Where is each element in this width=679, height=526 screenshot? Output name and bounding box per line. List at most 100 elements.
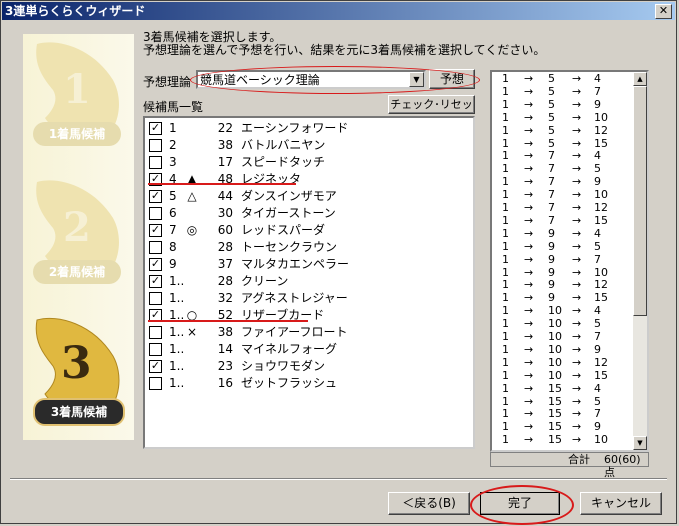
dropdown-arrow-icon[interactable]: ▼ <box>409 72 424 87</box>
first-pick: 1 <box>502 239 509 253</box>
checkbox[interactable] <box>149 292 162 305</box>
close-button[interactable]: ✕ <box>655 4 672 19</box>
prediction-mark: △ <box>187 189 197 203</box>
first-pick: 1 <box>502 110 509 124</box>
horse-number: 1.. <box>169 359 185 373</box>
horse-score: 37 <box>217 257 233 271</box>
highlight-underline-row12 <box>148 320 308 322</box>
combination-row: 1 → 15 → 5 <box>492 394 632 408</box>
step-3: 3 3着馬候補 <box>23 312 134 432</box>
combination-row: 1 → 15 → 4 <box>492 381 632 395</box>
step-2: 2 2着馬候補 <box>23 174 134 294</box>
second-pick: 15 <box>548 407 562 421</box>
arrow-icon: → <box>524 420 534 434</box>
horse-number: 1 <box>169 121 177 135</box>
horse-row[interactable]: ✓ 5 △ 44 ダンスインザモア <box>147 188 467 205</box>
arrow-icon: → <box>572 252 582 266</box>
scroll-up-icon[interactable]: ▲ <box>633 72 647 86</box>
finish-button[interactable]: 完了 <box>480 492 560 515</box>
horse-row[interactable]: 1.. × 38 ファイアーフロート <box>147 324 467 341</box>
horse-row[interactable]: ✓ 1.. 28 クリーン <box>147 273 467 290</box>
second-pick: 5 <box>548 110 555 124</box>
first-pick: 1 <box>502 394 509 408</box>
second-pick: 7 <box>548 213 555 227</box>
arrow-icon: → <box>572 304 582 318</box>
horse-row[interactable]: 2 38 バトルバニヤン <box>147 137 467 154</box>
arrow-icon: → <box>524 239 534 253</box>
arrow-icon: → <box>572 278 582 292</box>
horse-row[interactable]: ✓ 7 ◎ 60 レッドスパーダ <box>147 222 467 239</box>
arrow-icon: → <box>572 317 582 331</box>
horse-row[interactable]: 1.. 32 アグネストレジャー <box>147 290 467 307</box>
first-pick: 1 <box>502 342 509 356</box>
horse-row[interactable]: 1.. 16 ゼットフラッシュ <box>147 375 467 392</box>
back-button[interactable]: ＜戻る(B) <box>388 492 470 515</box>
checkbox[interactable] <box>149 377 162 390</box>
checkbox[interactable] <box>149 326 162 339</box>
first-pick: 1 <box>502 330 509 343</box>
horse-name: レジネッタ <box>241 172 302 186</box>
horse-row[interactable]: ✓ 1.. 23 ショウワモダン <box>147 358 467 375</box>
third-pick: 5 <box>594 239 601 253</box>
scroll-down-icon[interactable]: ▼ <box>633 436 647 450</box>
checkbox[interactable] <box>149 139 162 152</box>
horse-row[interactable]: 1.. 14 マイネルフォーグ <box>147 341 467 358</box>
second-pick: 15 <box>548 394 562 408</box>
arrow-icon: → <box>524 381 534 395</box>
horse-score: 38 <box>217 138 233 152</box>
check-reset-button[interactable]: チェック･リセット <box>388 95 475 128</box>
horse-row[interactable]: 6 30 タイガーストーン <box>147 205 467 222</box>
first-pick: 1 <box>502 72 509 85</box>
horse-row[interactable]: 8 28 トーセンクラウン <box>147 239 467 256</box>
checkbox[interactable] <box>149 343 162 356</box>
combination-row: 1 → 10 → 9 <box>492 342 632 356</box>
first-pick: 1 <box>502 188 509 202</box>
checkbox[interactable]: ✓ <box>149 190 162 203</box>
combination-row: 1 → 9 → 5 <box>492 239 632 253</box>
checkbox[interactable] <box>149 156 162 169</box>
horse-name: ファイアーフロート <box>241 325 348 339</box>
checkbox[interactable]: ✓ <box>149 275 162 288</box>
prediction-mark: × <box>186 325 198 339</box>
second-pick: 9 <box>548 226 555 240</box>
checkbox[interactable]: ✓ <box>149 224 162 237</box>
horse-name: エーシンフォワード <box>241 121 349 135</box>
horse-name: マイネルフォーグ <box>241 342 338 356</box>
horse-row[interactable]: 3 17 スピードタッチ <box>147 154 467 171</box>
checkbox[interactable] <box>149 241 162 254</box>
combination-row: 1 → 5 → 15 <box>492 137 632 150</box>
predict-button[interactable]: 予想 <box>429 69 475 89</box>
second-pick: 10 <box>548 342 562 356</box>
first-pick: 1 <box>502 201 509 214</box>
combination-row: 1 → 5 → 9 <box>492 97 632 111</box>
horse-row[interactable]: ✓ 1 22 エーシンフォワード <box>147 120 467 137</box>
first-pick: 1 <box>502 407 509 421</box>
combination-row: 1 → 9 → 15 <box>492 292 632 304</box>
horse-name: レッドスパーダ <box>241 223 326 237</box>
prediction-mark: ◎ <box>186 223 198 237</box>
checkbox[interactable] <box>149 207 162 220</box>
combination-row: 1 → 9 → 10 <box>492 266 632 279</box>
scroll-thumb[interactable] <box>633 86 647 316</box>
cancel-button[interactable]: キャンセル <box>580 492 662 515</box>
theory-select[interactable]: 競馬道ベーシック理論 ▼ <box>196 70 426 89</box>
horse-row[interactable]: ✓ 4 ▲ 48 レジネッタ <box>147 171 467 188</box>
arrow-icon: → <box>524 110 534 124</box>
checkbox[interactable]: ✓ <box>149 122 162 135</box>
combination-row: 1 → 5 → 4 <box>492 73 632 85</box>
first-pick: 1 <box>502 213 509 227</box>
combination-scrollbar[interactable]: ▲ ▼ <box>633 72 647 450</box>
arrow-icon: → <box>524 278 534 292</box>
first-pick: 1 <box>502 355 509 369</box>
arrow-icon: → <box>524 213 534 227</box>
checkbox[interactable]: ✓ <box>149 258 162 271</box>
second-pick: 15 <box>548 420 562 434</box>
horse-row[interactable]: ✓ 9 37 マルタカエンペラー <box>147 256 467 273</box>
arrow-icon: → <box>524 226 534 240</box>
horse-score: 38 <box>217 325 233 339</box>
arrow-icon: → <box>524 97 534 111</box>
arrow-icon: → <box>572 72 582 85</box>
first-pick: 1 <box>502 252 509 266</box>
checkbox[interactable]: ✓ <box>149 360 162 373</box>
third-pick: 7 <box>594 84 601 98</box>
